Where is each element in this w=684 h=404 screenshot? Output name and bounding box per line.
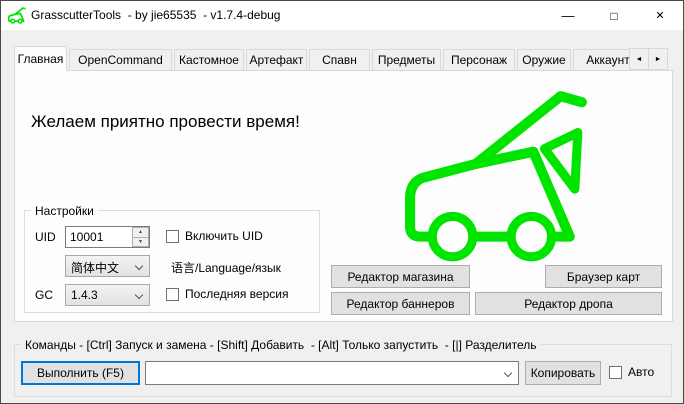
tab-label: Оружие bbox=[522, 53, 565, 67]
uid-input[interactable] bbox=[66, 227, 132, 247]
tab-scroll-left-icon[interactable]: ◄ bbox=[629, 48, 649, 70]
uid-stepper[interactable]: ▲ ▼ bbox=[65, 226, 150, 248]
tab-label: Персонаж bbox=[451, 53, 507, 67]
maximize-icon[interactable]: □ bbox=[591, 1, 637, 30]
tab-кастомное[interactable]: Кастомное bbox=[174, 49, 244, 70]
tab-scroll-right-icon[interactable]: ► bbox=[648, 48, 668, 70]
tab-scrollers: ◄ ► bbox=[629, 48, 668, 70]
auto-label: Авто bbox=[628, 365, 654, 379]
language-select[interactable]: 简体中文 bbox=[65, 255, 150, 277]
latest-version-label: Последняя версия bbox=[185, 287, 288, 301]
grasscutter-app-icon bbox=[8, 7, 26, 24]
shop-editor-button[interactable]: Редактор магазина bbox=[331, 265, 470, 288]
app-window: GrasscutterTools - by jie65535 - v1.7.4-… bbox=[0, 0, 684, 404]
commands-group: Команды - [Ctrl] Запуск и замена - [Shif… bbox=[14, 344, 672, 397]
map-browser-button[interactable]: Браузер карт bbox=[545, 265, 662, 288]
tab-артефакт[interactable]: Артефакт bbox=[246, 49, 307, 70]
tab-label: Артефакт bbox=[250, 53, 304, 67]
tab-аккаунт[interactable]: Аккаунт bbox=[573, 49, 629, 70]
gc-version-value: 1.4.3 bbox=[71, 288, 98, 302]
tab-label: Аккаунт bbox=[586, 53, 629, 67]
banner-editor-button[interactable]: Редактор баннеров bbox=[331, 292, 470, 315]
command-input[interactable] bbox=[146, 362, 498, 384]
tab-label: Главная bbox=[18, 52, 64, 66]
title-bar[interactable]: GrasscutterTools - by jie65535 - v1.7.4-… bbox=[1, 1, 683, 30]
tab-главная[interactable]: Главная bbox=[14, 46, 67, 71]
settings-group: Настройки UID ▲ ▼ Включить UID 简体中文 语言/L… bbox=[24, 210, 320, 313]
window-title: GrasscutterTools - by jie65535 - v1.7.4-… bbox=[31, 8, 280, 22]
tab-персонаж[interactable]: Персонаж bbox=[443, 49, 515, 70]
language-value: 简体中文 bbox=[71, 259, 119, 276]
close-icon[interactable]: ✕ bbox=[637, 1, 683, 30]
uid-spin-buttons: ▲ ▼ bbox=[132, 227, 149, 247]
settings-group-title: Настройки bbox=[31, 204, 98, 218]
copy-button[interactable]: Копировать bbox=[525, 361, 601, 385]
gc-version-select[interactable]: 1.4.3 bbox=[65, 284, 150, 306]
enable-uid-checkbox-row: Включить UID bbox=[166, 229, 263, 243]
tab-спавн[interactable]: Спавн bbox=[309, 49, 370, 70]
enable-uid-label: Включить UID bbox=[185, 229, 263, 243]
tab-opencommand[interactable]: OpenCommand bbox=[69, 49, 172, 70]
latest-version-checkbox[interactable] bbox=[166, 288, 179, 301]
grasscutter-logo-icon bbox=[402, 85, 594, 267]
drop-editor-button[interactable]: Редактор дропа bbox=[475, 292, 662, 315]
spin-down-icon[interactable]: ▼ bbox=[132, 237, 149, 248]
enable-uid-checkbox[interactable] bbox=[166, 230, 179, 243]
language-hint-label: 语言/Language/язык bbox=[171, 259, 281, 276]
chevron-down-icon[interactable] bbox=[504, 369, 512, 377]
welcome-text: Желаем приятно провести время! bbox=[31, 112, 300, 132]
tab-предметы[interactable]: Предметы bbox=[372, 49, 441, 70]
gc-label: GC bbox=[35, 288, 53, 302]
commands-group-title: Команды - [Ctrl] Запуск и замена - [Shif… bbox=[21, 338, 541, 352]
tab-strip: Главная OpenCommand Кастомное Артефакт Спавн… bbox=[14, 46, 629, 71]
tab-label: Предметы bbox=[378, 53, 435, 67]
uid-label: UID bbox=[35, 230, 56, 244]
run-button[interactable]: Выполнить (F5) bbox=[21, 361, 140, 385]
auto-checkbox[interactable] bbox=[609, 366, 622, 379]
chevron-down-icon bbox=[135, 262, 143, 270]
window-controls: — □ ✕ bbox=[545, 1, 683, 30]
tab-оружие[interactable]: Оружие bbox=[517, 49, 571, 70]
tab-label: OpenCommand bbox=[78, 53, 163, 67]
auto-checkbox-row: Авто bbox=[609, 365, 654, 379]
chevron-down-icon bbox=[135, 291, 143, 299]
minimize-icon[interactable]: — bbox=[545, 1, 591, 30]
home-tab-panel: Желаем приятно провести время! Настройки… bbox=[14, 70, 673, 322]
latest-version-checkbox-row: Последняя версия bbox=[166, 287, 288, 301]
tab-label: Кастомное bbox=[179, 53, 239, 67]
command-combobox[interactable] bbox=[145, 361, 519, 385]
tab-label: Спавн bbox=[322, 53, 357, 67]
